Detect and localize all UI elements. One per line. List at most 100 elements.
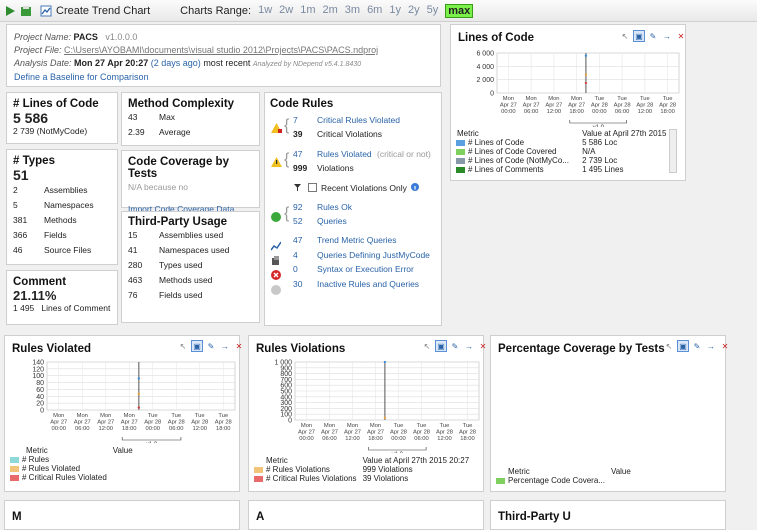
edit-icon[interactable]: ✎ — [647, 30, 659, 42]
x-tick-label: Apr 28 — [144, 420, 161, 426]
export-icon[interactable]: → — [219, 340, 231, 352]
x-tick-label: Apr 27 — [321, 430, 338, 436]
range-option-6m[interactable]: 6m — [367, 4, 382, 18]
ok-icon — [271, 212, 281, 222]
legend-row[interactable]: # Rules Violations 999 Violations — [252, 465, 472, 474]
info-icon[interactable] — [411, 183, 419, 191]
queries-link[interactable]: Queries — [317, 216, 347, 226]
cursor-icon[interactable]: ↖ — [177, 340, 189, 352]
close-icon[interactable]: ✕ — [233, 340, 245, 352]
close-icon[interactable]: ✕ — [675, 30, 687, 42]
select-icon[interactable]: ▣ — [435, 340, 447, 352]
violations-chart-tools: ↖ ▣ ✎ → ✕ — [421, 340, 489, 352]
series-point — [137, 377, 141, 380]
justmycode-link[interactable]: Queries Defining JustMyCode — [317, 250, 430, 260]
legend-row[interactable]: Percentage Code Covera... — [494, 476, 634, 485]
cursor-icon[interactable]: ↖ — [663, 340, 675, 352]
select-icon[interactable]: ▣ — [677, 340, 689, 352]
legend-row[interactable]: # Critical Rules Violated — [8, 473, 136, 482]
project-info-panel: Project Name: PACS v1.0.0.0 Project File… — [6, 24, 441, 87]
rules-legend-value-header: Value — [112, 446, 133, 455]
legend-swatch — [456, 157, 465, 164]
close-icon[interactable]: ✕ — [719, 340, 731, 352]
legend-metric: Percentage Code Covera... — [508, 476, 605, 485]
inactive-count[interactable]: 30 — [293, 279, 302, 289]
edit-icon[interactable]: ✎ — [691, 340, 703, 352]
comment-lines-label: Lines of Comment — [41, 303, 111, 313]
cursor-icon[interactable]: ↖ — [619, 30, 631, 42]
create-trend-chart-button[interactable]: Create Trend Chart — [40, 5, 150, 17]
run-icon[interactable] — [4, 5, 16, 17]
edit-icon[interactable]: ✎ — [205, 340, 217, 352]
range-option-2y[interactable]: 2y — [408, 4, 420, 18]
range-option-max[interactable]: max — [445, 3, 474, 18]
edit-icon[interactable]: ✎ — [449, 340, 461, 352]
range-option-1w[interactable]: 1w — [258, 4, 272, 18]
recent-violations-checkbox[interactable] — [308, 183, 317, 192]
queries-count[interactable]: 52 — [293, 216, 302, 226]
bottom-panel-2: A — [248, 500, 484, 530]
legend-row[interactable]: # Critical Rules Violations 39 Violations — [252, 474, 472, 483]
legend-row[interactable]: # Lines of Code Covered N/A — [454, 147, 682, 156]
rules-ok-count[interactable]: 92 — [293, 202, 302, 212]
select-icon[interactable]: ▣ — [191, 340, 203, 352]
critical-violated-link[interactable]: Critical Rules Violated — [317, 115, 400, 125]
legend-row[interactable]: # Rules Violated — [8, 464, 136, 473]
rules-violations-chart-panel: Rules Violations ↖ ▣ ✎ → ✕ 1 000 900 800 700 600… — [248, 335, 486, 492]
range-option-2m[interactable]: 2m — [323, 4, 338, 18]
version-bracket — [121, 437, 182, 441]
legend-swatch — [10, 465, 19, 472]
types-row: 5 Namespaces — [13, 198, 111, 213]
legend-row[interactable]: # Lines of Comments 1 495 Lines — [454, 165, 682, 174]
x-tick-label: Apr 27 — [50, 420, 67, 426]
trend-metric-link[interactable]: Trend Metric Queries — [317, 235, 397, 245]
trend-metric-count[interactable]: 47 — [293, 235, 302, 245]
complexity-label: Max — [159, 112, 176, 122]
x-tick-label: 18:00 — [122, 426, 137, 432]
range-option-1m[interactable]: 1m — [300, 4, 315, 18]
range-option-5y[interactable]: 5y — [427, 4, 439, 18]
export-icon[interactable]: → — [705, 340, 717, 352]
types-label: Assemblies — [44, 185, 88, 195]
legend-row[interactable]: # Lines of Code 5 586 Loc — [454, 138, 682, 147]
project-file-link[interactable]: C:\Users\AYOBAMI\documents\visual studio… — [64, 45, 378, 55]
range-option-3m[interactable]: 3m — [345, 4, 360, 18]
range-option-1y[interactable]: 1y — [389, 4, 401, 18]
rules-violated-link[interactable]: Rules Violated — [317, 149, 372, 159]
define-baseline-link[interactable]: Define a Baseline for Comparison — [14, 71, 433, 84]
close-icon[interactable]: ✕ — [477, 340, 489, 352]
syntax-error-link[interactable]: Syntax or Execution Error — [317, 264, 414, 274]
ok-brace: { — [284, 205, 290, 222]
x-tick-label: Apr 27 — [545, 103, 562, 109]
inactive-link[interactable]: Inactive Rules and Queries — [317, 279, 419, 289]
refresh-icon[interactable] — [20, 5, 32, 17]
export-icon[interactable]: → — [661, 30, 673, 42]
violations-legend-metric-header: Metric — [266, 456, 288, 465]
rules-violated-count[interactable]: 47 — [293, 149, 302, 159]
range-option-2w[interactable]: 2w — [279, 4, 293, 18]
legend-metric: # Rules Violations — [266, 465, 330, 474]
legend-row[interactable]: # Lines of Code (NotMyCo... 2 739 Loc — [454, 156, 682, 165]
critical-violations-count: 39 — [293, 129, 303, 139]
x-tick-label: Apr 28 — [436, 430, 453, 436]
select-icon[interactable]: ▣ — [633, 30, 645, 42]
recent-violations-label: Recent Violations Only — [321, 183, 407, 193]
analysis-most-recent: most recent — [203, 58, 251, 68]
x-tick-label: Mon — [100, 413, 111, 419]
thirdparty-label: Namespaces used — [159, 245, 230, 255]
x-tick-label: Apr 28 — [636, 103, 653, 109]
cursor-icon[interactable]: ↖ — [421, 340, 433, 352]
loc-chart-title: Lines of Code — [458, 32, 535, 44]
export-icon[interactable]: → — [463, 340, 475, 352]
loc-legend-scrollbar[interactable] — [669, 129, 677, 173]
thirdparty-row: 463 Methods used — [128, 273, 253, 288]
critical-violated-count[interactable]: 7 — [293, 115, 298, 125]
legend-swatch — [10, 456, 19, 463]
justmycode-count[interactable]: 4 — [293, 250, 298, 260]
rules-ok-link[interactable]: Rules Ok — [317, 202, 352, 212]
syntax-error-count[interactable]: 0 — [293, 264, 298, 274]
legend-metric: # Rules — [22, 455, 50, 464]
legend-row[interactable]: # Rules — [8, 455, 136, 464]
x-tick-label: Apr 28 — [614, 103, 631, 109]
x-tick-label: Tue — [195, 413, 205, 419]
